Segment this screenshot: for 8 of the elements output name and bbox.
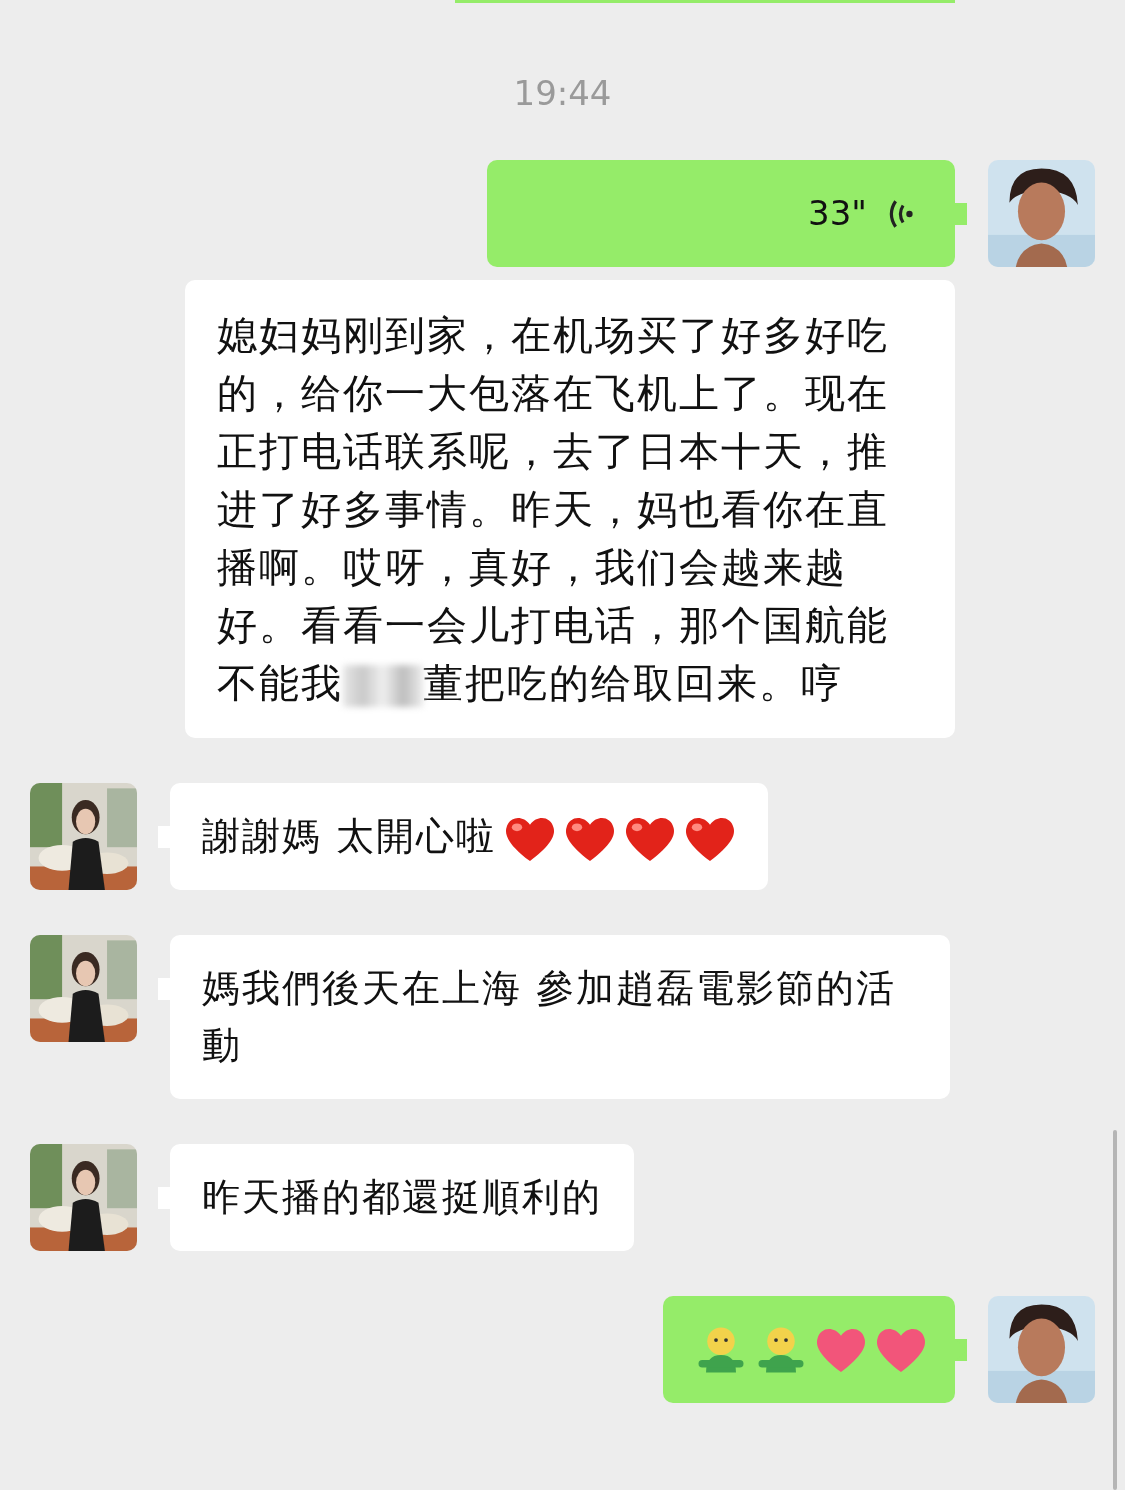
transcript-bubble: 媳妇妈刚到家，在机场买了好多好吃的，给你一大包落在飞机上了。现在正打电话联系呢，去了日本十天，推进了好多事情。昨天，妈也看你在直播啊。哎呀，真好，我们会越来越好。看看一会儿打电话，那个国航能不能我 董把吃的给取回来。哼 xyxy=(185,280,955,738)
message-bubble: 昨天播的都還挺順利的 xyxy=(170,1144,634,1251)
message-bubble: 媽我們後天在上海 參加趙磊電影節的活動 xyxy=(170,935,950,1099)
voice-message[interactable]: 33" xyxy=(487,160,955,267)
message-bubble: 謝謝媽 太開心啦 xyxy=(170,783,769,890)
bubble-tail xyxy=(955,203,967,225)
timestamp: 19:44 xyxy=(513,73,612,113)
scrollbar[interactable] xyxy=(1113,1130,1117,1490)
